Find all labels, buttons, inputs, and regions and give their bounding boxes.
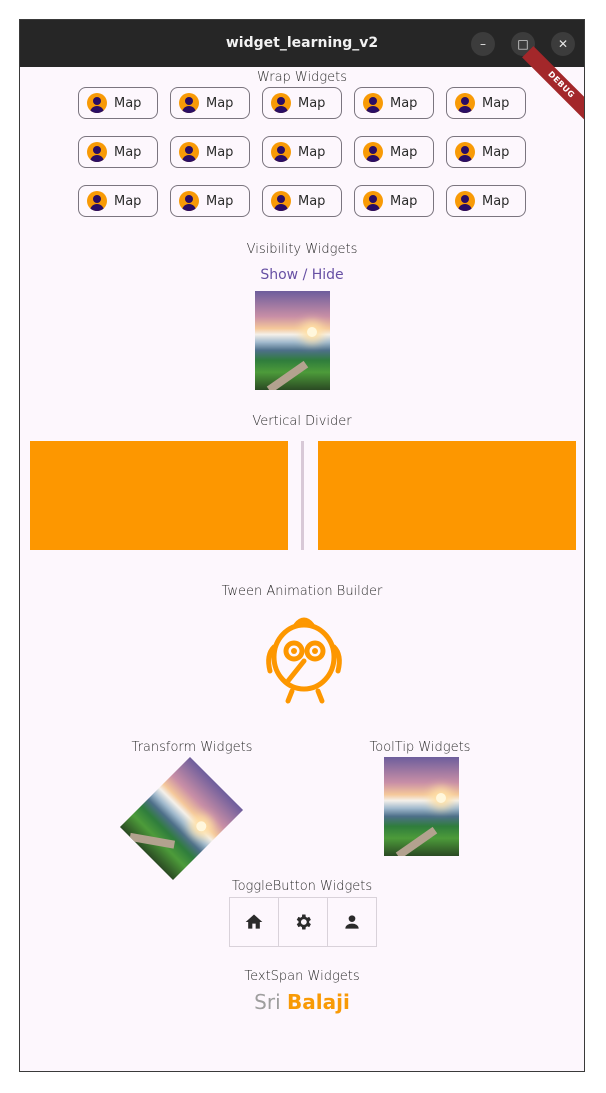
road-shape: [266, 360, 309, 390]
textspan-first: Sri: [254, 990, 288, 1014]
app-content: DEBUG Wrap Widgets Map Map Map Map Map Map Map…: [20, 46, 584, 1071]
map-chip-label: Map: [482, 95, 510, 111]
map-chip[interactable]: Map: [262, 87, 342, 119]
right-orange-box: [318, 441, 576, 550]
map-chip[interactable]: Map: [170, 136, 250, 168]
map-chip-label: Map: [482, 193, 510, 209]
visibility-widgets-title: Visibility Widgets: [246, 242, 358, 257]
map-chip[interactable]: Map: [170, 87, 250, 119]
map-chip-label: Map: [298, 144, 326, 160]
person-icon: [87, 191, 107, 211]
tween-animation-title: Tween Animation Builder: [221, 584, 383, 599]
map-chip-label: Map: [206, 144, 234, 160]
person-icon: [87, 142, 107, 162]
vertical-divider-title: Vertical Divider: [252, 414, 352, 429]
map-chip[interactable]: Map: [262, 136, 342, 168]
map-chip[interactable]: Map: [262, 185, 342, 217]
map-chip-label: Map: [114, 144, 142, 160]
map-chip[interactable]: Map: [78, 185, 158, 217]
toggle-settings[interactable]: [279, 898, 328, 946]
person-icon: [179, 93, 199, 113]
map-chip-label: Map: [206, 193, 234, 209]
map-chip-label: Map: [390, 95, 418, 111]
sun-icon: [436, 793, 446, 803]
map-chip[interactable]: Map: [78, 87, 158, 119]
person-icon: [455, 142, 475, 162]
person-icon: [87, 93, 107, 113]
map-chip-label: Map: [390, 144, 418, 160]
landscape-image: [255, 291, 330, 390]
map-chip-label: Map: [390, 193, 418, 209]
textspan-text: Sri Balaji: [20, 990, 584, 1014]
map-chip-label: Map: [114, 193, 142, 209]
map-chip[interactable]: Map: [354, 185, 434, 217]
home-icon: [245, 914, 263, 929]
map-chip[interactable]: Map: [446, 136, 526, 168]
wrap-widgets-title: Wrap Widgets: [256, 70, 348, 85]
map-chip[interactable]: Map: [170, 185, 250, 217]
toggle-home[interactable]: [230, 898, 279, 946]
toggle-person[interactable]: [328, 898, 376, 946]
person-icon: [271, 142, 291, 162]
map-chip-label: Map: [298, 193, 326, 209]
map-chip-label: Map: [298, 95, 326, 111]
person-icon: [271, 93, 291, 113]
map-chip[interactable]: Map: [354, 87, 434, 119]
window-title: widget_learning_v2: [225, 35, 379, 51]
textspan-widgets-title: TextSpan Widgets: [244, 969, 360, 984]
settings-icon: [296, 914, 311, 930]
map-chip[interactable]: Map: [446, 185, 526, 217]
map-chip-label: Map: [206, 95, 234, 111]
person-icon: [363, 191, 383, 211]
app-window: widget_learning_v2 – □ ✕ DEBUG Wrap Widg…: [19, 19, 585, 1072]
person-icon: [345, 915, 359, 929]
bird-icon: [266, 617, 342, 704]
title-bar: widget_learning_v2 – □ ✕: [20, 20, 584, 67]
textspan-second: Balaji: [287, 990, 350, 1014]
person-icon: [455, 93, 475, 113]
rotated-landscape-image: [119, 756, 244, 881]
map-chip-label: Map: [114, 95, 142, 111]
show-hide-button[interactable]: Show / Hide: [20, 267, 584, 283]
tooltip-landscape-image[interactable]: [384, 757, 459, 856]
map-chip[interactable]: Map: [78, 136, 158, 168]
road-shape: [395, 826, 438, 856]
map-chip[interactable]: Map: [446, 87, 526, 119]
left-orange-box: [30, 441, 288, 550]
person-icon: [363, 93, 383, 113]
person-icon: [179, 191, 199, 211]
toggle-buttons: [229, 897, 377, 947]
map-chip-label: Map: [482, 144, 510, 160]
person-icon: [271, 191, 291, 211]
close-button[interactable]: ✕: [551, 32, 575, 56]
sun-icon: [194, 819, 209, 834]
vertical-divider: [301, 441, 304, 550]
person-icon: [363, 142, 383, 162]
map-chip[interactable]: Map: [354, 136, 434, 168]
toggle-button-title: ToggleButton Widgets: [231, 879, 373, 894]
minimize-button[interactable]: –: [471, 32, 495, 56]
tooltip-widgets-title: ToolTip Widgets: [369, 740, 471, 755]
sun-icon: [307, 327, 317, 337]
person-icon: [455, 191, 475, 211]
road-shape: [129, 832, 176, 849]
person-icon: [179, 142, 199, 162]
